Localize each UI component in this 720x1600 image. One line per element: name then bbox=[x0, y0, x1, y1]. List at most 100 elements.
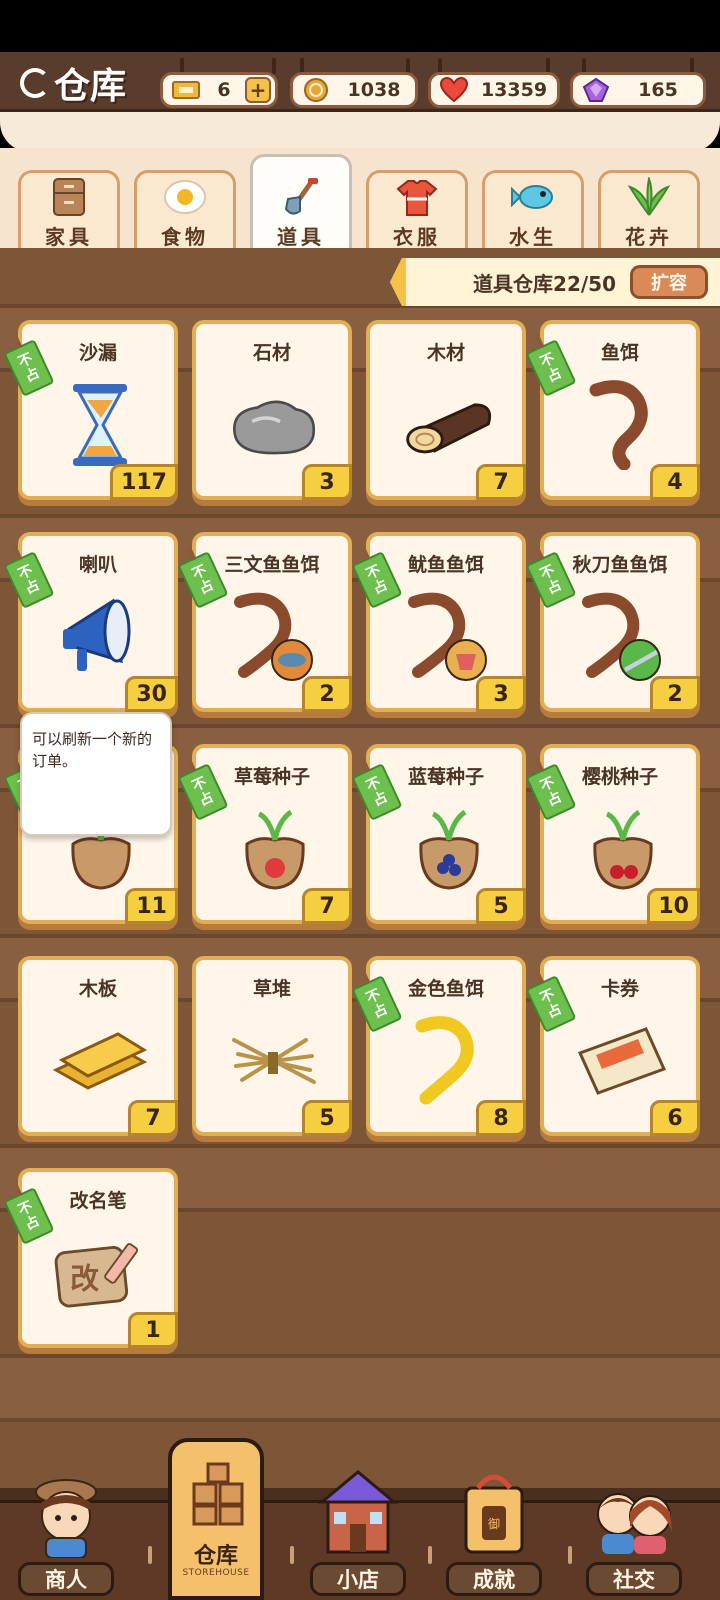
salmon-bait-icon bbox=[226, 592, 322, 682]
nav-shop[interactable]: 小店 bbox=[298, 1446, 418, 1600]
bolt bbox=[290, 1546, 294, 1564]
item-count: 1 bbox=[128, 1312, 178, 1348]
heart-currency[interactable]: 13359 bbox=[428, 72, 560, 108]
bolt bbox=[428, 1546, 432, 1564]
ticket-currency[interactable]: 6 + bbox=[160, 72, 278, 108]
item-card[interactable]: 木材 7 bbox=[366, 320, 526, 500]
item-card[interactable]: 蓝莓种子 5 不占 bbox=[351, 744, 526, 924]
item-card[interactable]: 秋刀鱼鱼饵 2 不占 bbox=[525, 532, 700, 712]
nav-label: 小店 bbox=[310, 1562, 406, 1596]
hanger bbox=[272, 58, 276, 74]
svg-text:御: 御 bbox=[488, 1516, 500, 1531]
item-count: 11 bbox=[125, 888, 178, 924]
nav-achievement[interactable]: 御 成就 bbox=[434, 1446, 554, 1600]
item-count: 7 bbox=[476, 464, 526, 500]
expand-storage-button[interactable]: 扩容 bbox=[630, 265, 708, 299]
storage-capacity-label: 道具仓库22/50 bbox=[473, 271, 616, 296]
cabinet-icon bbox=[53, 178, 85, 216]
egg-icon bbox=[164, 180, 206, 214]
gem-icon bbox=[579, 77, 613, 103]
bolt bbox=[568, 1546, 572, 1564]
tab-food[interactable]: 食物 bbox=[134, 170, 236, 252]
bolt bbox=[148, 1546, 152, 1564]
social-icon bbox=[597, 1493, 672, 1554]
item-card[interactable]: 草莓种子 7 不占 bbox=[177, 744, 352, 924]
achievement-icon: 御 bbox=[464, 1474, 524, 1554]
ticket-count: 6 bbox=[217, 79, 231, 101]
item-name: 石材 bbox=[252, 342, 291, 364]
page-title: 仓库 bbox=[20, 58, 126, 108]
item-card[interactable]: 鱼饵 4 不占 bbox=[525, 320, 700, 500]
squid-bait-icon bbox=[400, 592, 496, 682]
item-count: 7 bbox=[128, 1100, 178, 1136]
blueberry-seed-icon bbox=[400, 804, 496, 894]
item-card[interactable]: 樱桃种子 10 不占 bbox=[525, 744, 700, 924]
stone-icon bbox=[226, 380, 322, 470]
svg-text:改: 改 bbox=[70, 1261, 99, 1295]
coin-count: 1038 bbox=[347, 79, 401, 101]
nav-storehouse-sublabel: STOREHOUSE bbox=[182, 1568, 250, 1578]
plank-icon bbox=[52, 1016, 148, 1106]
golden-worm-icon bbox=[400, 1016, 496, 1106]
item-card[interactable]: 改名笔改 1 不占 bbox=[3, 1168, 178, 1348]
tab-label: 食物 bbox=[161, 225, 209, 249]
item-count: 117 bbox=[110, 464, 178, 500]
nav-label: 成就 bbox=[446, 1562, 542, 1596]
item-count: 10 bbox=[647, 888, 700, 924]
item-card[interactable]: 石材 3 bbox=[192, 320, 352, 500]
tab-clothes[interactable]: 衣服 bbox=[366, 170, 468, 252]
tab-tools[interactable]: 道具 bbox=[250, 154, 352, 252]
item-card[interactable]: 草堆 5 bbox=[192, 956, 352, 1136]
nav-merchant[interactable]: 商人 bbox=[6, 1446, 126, 1600]
tab-flowers[interactable]: 花卉 bbox=[598, 170, 700, 252]
tab-label: 花卉 bbox=[625, 225, 673, 249]
coin-icon bbox=[299, 77, 333, 103]
item-count: 8 bbox=[476, 1100, 526, 1136]
item-count: 5 bbox=[302, 1100, 352, 1136]
item-count: 2 bbox=[302, 676, 352, 712]
hay-icon bbox=[226, 1016, 322, 1106]
tab-aquatic[interactable]: 水生 bbox=[482, 170, 584, 252]
storehouse-icon bbox=[192, 1462, 244, 1526]
coin-currency[interactable]: 1038 bbox=[290, 72, 418, 108]
saury-bait-icon bbox=[574, 592, 670, 682]
hourglass-icon bbox=[52, 380, 148, 470]
nav-label: 商人 bbox=[18, 1562, 114, 1596]
merchant-icon bbox=[35, 1479, 97, 1558]
nav-social[interactable]: 社交 bbox=[574, 1446, 694, 1600]
item-count: 30 bbox=[125, 676, 178, 712]
item-card[interactable]: 卡券 6 不占 bbox=[525, 956, 700, 1136]
item-count: 5 bbox=[476, 888, 526, 924]
item-count: 3 bbox=[476, 676, 526, 712]
item-card[interactable]: 木板 7 bbox=[18, 956, 178, 1136]
item-count: 6 bbox=[650, 1100, 700, 1136]
tab-label: 水生 bbox=[509, 225, 557, 249]
nav-storehouse-label: 仓库 bbox=[193, 1544, 238, 1569]
item-tooltip: 可以刷新一个新的订单。 bbox=[20, 712, 172, 836]
tab-label: 衣服 bbox=[393, 225, 441, 249]
shop-icon bbox=[317, 1470, 399, 1554]
title-swirl-icon bbox=[20, 68, 50, 98]
nav-label: 社交 bbox=[586, 1562, 682, 1596]
item-name: 木板 bbox=[78, 978, 117, 1000]
shovel-icon bbox=[284, 178, 318, 215]
tab-furniture[interactable]: 家具 bbox=[18, 170, 120, 252]
heart-icon bbox=[437, 77, 471, 103]
ticket-icon bbox=[169, 77, 203, 103]
item-card[interactable]: 喇叭 30 不占 bbox=[3, 532, 178, 712]
heart-count: 13359 bbox=[480, 79, 548, 101]
item-card[interactable]: 沙漏 117 不占 bbox=[3, 320, 178, 500]
item-card[interactable]: 金色鱼饵 8 不占 bbox=[351, 956, 526, 1136]
item-card[interactable]: 鱿鱼鱼饵 3 不占 bbox=[351, 532, 526, 712]
storage-banner: 道具仓库22/50 扩容 bbox=[390, 258, 720, 306]
item-card[interactable]: 三文鱼鱼饵 2 不占 bbox=[177, 532, 352, 712]
log-icon bbox=[400, 380, 496, 470]
gem-currency[interactable]: 165 bbox=[570, 72, 706, 108]
tab-label: 道具 bbox=[277, 225, 325, 249]
add-ticket-button[interactable]: + bbox=[245, 77, 271, 103]
item-count: 2 bbox=[650, 676, 700, 712]
fish-icon bbox=[511, 185, 553, 209]
title-text: 仓库 bbox=[54, 66, 127, 107]
megaphone-icon bbox=[52, 592, 148, 682]
item-count: 4 bbox=[650, 464, 700, 500]
